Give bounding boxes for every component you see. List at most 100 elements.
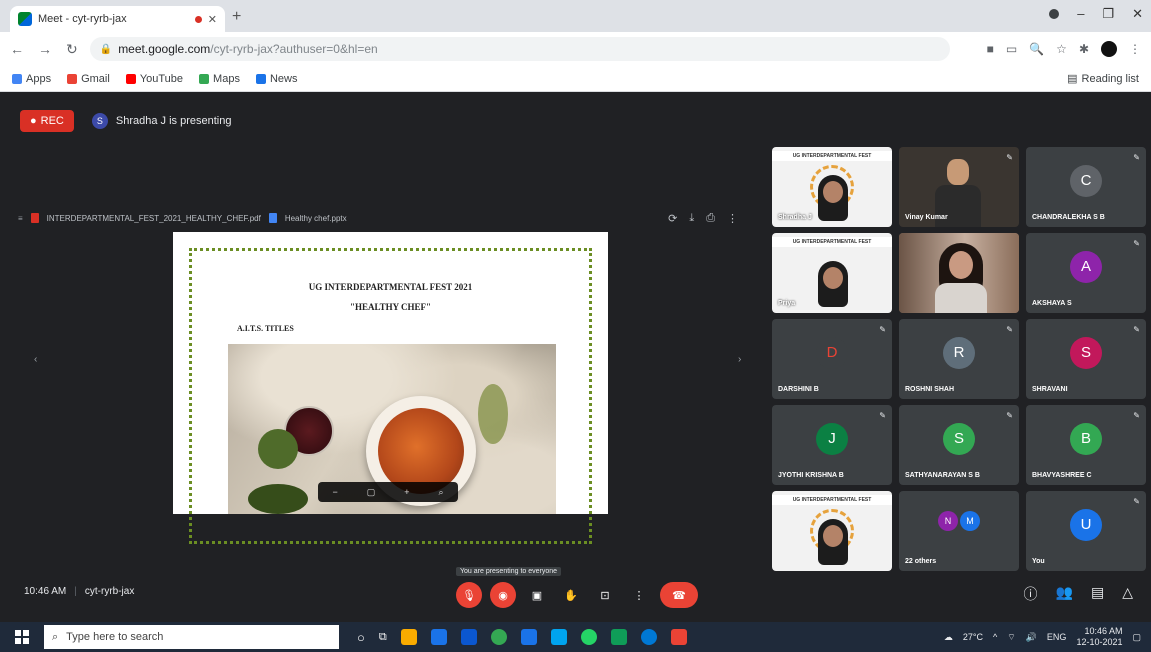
url-input[interactable]: 🔒 meet.google.com /cyt-ryrb-jax?authuser…: [89, 37, 950, 61]
zoom-in-icon[interactable]: +: [404, 487, 409, 497]
camera-toggle-icon[interactable]: ◉: [490, 582, 516, 608]
volume-icon[interactable]: 🔊: [1026, 632, 1037, 643]
slides-icon: [268, 213, 277, 223]
windows-taskbar: ⌕ Type here to search ○ ⧉ ☁ 27°C ^ ⌔ 🔊 E…: [0, 622, 1151, 652]
participant-tile[interactable]: UG INTERDEPARTMENTAL FEST Shradha J: [772, 147, 892, 227]
raise-hand-icon[interactable]: ✋: [558, 582, 584, 608]
mic-toggle-icon[interactable]: 🎙: [456, 582, 482, 608]
participant-tile[interactable]: R ✎ ROSHNI SHAH: [899, 319, 1019, 399]
new-tab-button[interactable]: +: [232, 8, 241, 26]
weather-temp: 27°C: [962, 632, 983, 642]
maps-icon: [199, 73, 210, 84]
tab-meet[interactable]: Meet - cyt-ryrb-jax ✕: [10, 6, 225, 32]
meeting-code: cyt-ryrb-jax: [84, 586, 135, 597]
camera-icon[interactable]: ■: [987, 42, 994, 56]
cortana-icon[interactable]: ○: [357, 630, 365, 645]
zoom-icon[interactable]: 🔍: [1029, 42, 1044, 56]
participant-tile-self[interactable]: U ✎ You: [1026, 491, 1146, 571]
word-icon[interactable]: [550, 629, 567, 645]
food-photo: − ▢ + ⌕: [228, 344, 556, 514]
weather-icon[interactable]: ☁: [944, 632, 953, 643]
search-doc-icon[interactable]: ⌕: [438, 487, 443, 498]
meeting-info: 10:46 AM | cyt-ryrb-jax: [24, 586, 134, 597]
present-icon[interactable]: ⊡: [592, 582, 618, 608]
menu-icon[interactable]: ⋮: [1129, 42, 1141, 56]
participant-tile[interactable]: J ✎ JYOTHI KRISHNA B: [772, 405, 892, 485]
page-number-icon[interactable]: ▢: [367, 487, 376, 498]
bookmark-news[interactable]: News: [255, 73, 297, 85]
prev-arrow-icon[interactable]: ‹: [34, 354, 37, 365]
bookmark-maps[interactable]: Maps: [199, 73, 240, 85]
bookmark-apps[interactable]: Apps: [12, 73, 51, 85]
close-window-icon[interactable]: ✕: [1132, 6, 1143, 22]
captions-icon[interactable]: ▣: [524, 582, 550, 608]
start-button[interactable]: [0, 622, 44, 652]
network-icon[interactable]: ⌔: [1007, 632, 1015, 643]
meet-app-icon[interactable]: [610, 629, 627, 645]
windows-icon: [15, 630, 29, 644]
reload-icon[interactable]: ↻: [66, 41, 78, 58]
tab-title: Meet - cyt-ryrb-jax: [38, 13, 127, 25]
browser-tabbar: Meet - cyt-ryrb-jax ✕ + – ❐ ✕: [0, 0, 1151, 32]
chrome-icon[interactable]: [490, 629, 507, 645]
more-options-icon[interactable]: ⋮: [626, 582, 652, 608]
doc-file-1[interactable]: INTERDEPARTMENTAL_FEST_2021_HEALTHY_CHEF…: [47, 214, 261, 223]
profile-dot-icon[interactable]: [1049, 9, 1060, 19]
rotate-icon[interactable]: ⟳: [668, 212, 677, 225]
whatsapp-icon[interactable]: [580, 629, 597, 645]
next-arrow-icon[interactable]: ›: [738, 354, 741, 365]
store-icon[interactable]: [430, 629, 447, 645]
participant-tile[interactable]: A ✎ AKSHAYA S: [1026, 233, 1146, 313]
star-icon[interactable]: ☆: [1056, 42, 1067, 56]
chat-icon[interactable]: ▤: [1091, 584, 1104, 604]
hang-up-icon[interactable]: ☎: [660, 582, 698, 608]
participant-tile[interactable]: S ✎ SATHYANARAYAN S B: [899, 405, 1019, 485]
forward-icon[interactable]: →: [38, 41, 52, 58]
task-view-icon[interactable]: ⧉: [379, 631, 387, 644]
zoom-out-icon[interactable]: −: [332, 487, 337, 497]
reading-list-button[interactable]: ▤ Reading list: [1067, 72, 1139, 86]
extensions-icon[interactable]: ✱: [1079, 42, 1089, 56]
participant-tile[interactable]: C ✎ CHANDRALEKHA S B: [1026, 147, 1146, 227]
participant-tile[interactable]: D ✎ DARSHINI B: [772, 319, 892, 399]
activities-icon[interactable]: △: [1122, 584, 1133, 604]
people-icon[interactable]: 👥: [1056, 584, 1073, 604]
participant-tile[interactable]: B ✎ BHAVYASHREE C: [1026, 405, 1146, 485]
doc-file-2[interactable]: Healthy chef.pptx: [285, 214, 347, 223]
participant-tile-others[interactable]: N M 22 others: [899, 491, 1019, 571]
meet-topbar: ● REC S Shradha J is presenting: [20, 110, 231, 132]
app-icon[interactable]: [670, 629, 687, 645]
participant-tile[interactable]: S ✎ SHRAVANI: [1026, 319, 1146, 399]
edge-icon[interactable]: [520, 629, 537, 645]
info-icon[interactable]: ⓘ: [1024, 584, 1038, 604]
shared-document-page: UG INTERDEPARTMENTAL FEST 2021 "HEALTHY …: [173, 232, 608, 544]
participant-tile[interactable]: [899, 233, 1019, 313]
participant-tile[interactable]: UG INTERDEPARTMENTAL FEST Priya: [772, 233, 892, 313]
pdf-icon: [30, 213, 39, 223]
profile-avatar[interactable]: [1101, 41, 1117, 57]
participant-tile[interactable]: UG INTERDEPARTMENTAL FEST: [772, 491, 892, 571]
browser-icon[interactable]: [640, 629, 657, 645]
language-indicator[interactable]: ENG: [1047, 632, 1067, 642]
more-icon[interactable]: ⋮: [727, 212, 738, 225]
taskbar-search[interactable]: ⌕ Type here to search: [44, 625, 339, 649]
restore-icon[interactable]: ❐: [1102, 6, 1114, 22]
back-icon[interactable]: ←: [10, 41, 24, 58]
minimize-icon[interactable]: –: [1077, 6, 1084, 22]
bookmark-gmail[interactable]: Gmail: [67, 73, 110, 85]
bookmark-youtube[interactable]: YouTube: [125, 73, 183, 85]
mic-off-icon: ✎: [1133, 411, 1140, 420]
file-explorer-icon[interactable]: [400, 629, 417, 645]
tray-chevron-icon[interactable]: ^: [993, 632, 997, 642]
mail-icon[interactable]: [460, 629, 477, 645]
doc-menu-icon[interactable]: ≡: [18, 214, 23, 223]
participant-tile[interactable]: ✎ Vinay Kumar: [899, 147, 1019, 227]
taskbar-clock[interactable]: 10:46 AM 12-10-2021: [1076, 626, 1122, 648]
download-icon[interactable]: ⤓: [689, 212, 694, 225]
print-icon[interactable]: ⎙: [706, 212, 715, 225]
participant-avatar: S: [1070, 336, 1102, 369]
mic-off-icon: ✎: [1006, 325, 1013, 334]
notifications-icon[interactable]: ▢: [1132, 632, 1141, 643]
close-tab-icon[interactable]: ✕: [208, 13, 217, 26]
cast-icon[interactable]: ▭: [1006, 42, 1017, 56]
